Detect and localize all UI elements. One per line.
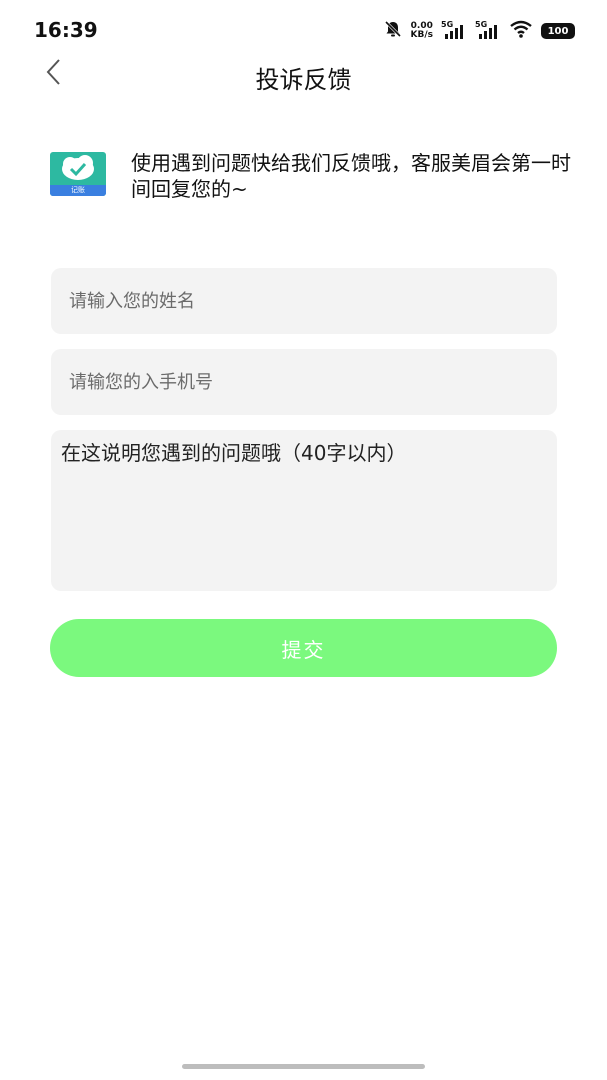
network-speed-unit: KB/s: [410, 30, 433, 40]
app-logo-label: 记账: [50, 185, 106, 196]
signal-label: 5G: [441, 20, 454, 29]
submit-button[interactable]: 提交: [50, 619, 557, 677]
phone-input[interactable]: [51, 349, 557, 415]
battery-level: 100: [547, 25, 569, 37]
problem-description-input[interactable]: [51, 430, 557, 591]
status-icons: 0.00 KB/s 5G 5G 100: [375, 18, 575, 44]
status-bar: 16:39 0.00 KB/s 5G 5G 100: [0, 0, 607, 60]
page-title: 投诉反馈: [255, 66, 352, 94]
signal-icon: 5G: [441, 20, 467, 42]
name-input[interactable]: [51, 268, 557, 334]
network-speed: 0.00 KB/s: [411, 22, 433, 40]
app-logo: 记账: [50, 152, 106, 196]
signal-icon: 5G: [475, 20, 501, 42]
wifi-icon: [509, 19, 533, 43]
status-time: 16:39: [34, 18, 98, 42]
bell-muted-icon: [383, 19, 403, 43]
intro-text: 使用遇到问题快给我们反馈哦，客服美眉会第一时间回复您的~: [131, 151, 571, 201]
battery-icon: 100: [541, 23, 575, 39]
signal-label: 5G: [475, 20, 488, 29]
home-indicator[interactable]: [182, 1064, 425, 1069]
